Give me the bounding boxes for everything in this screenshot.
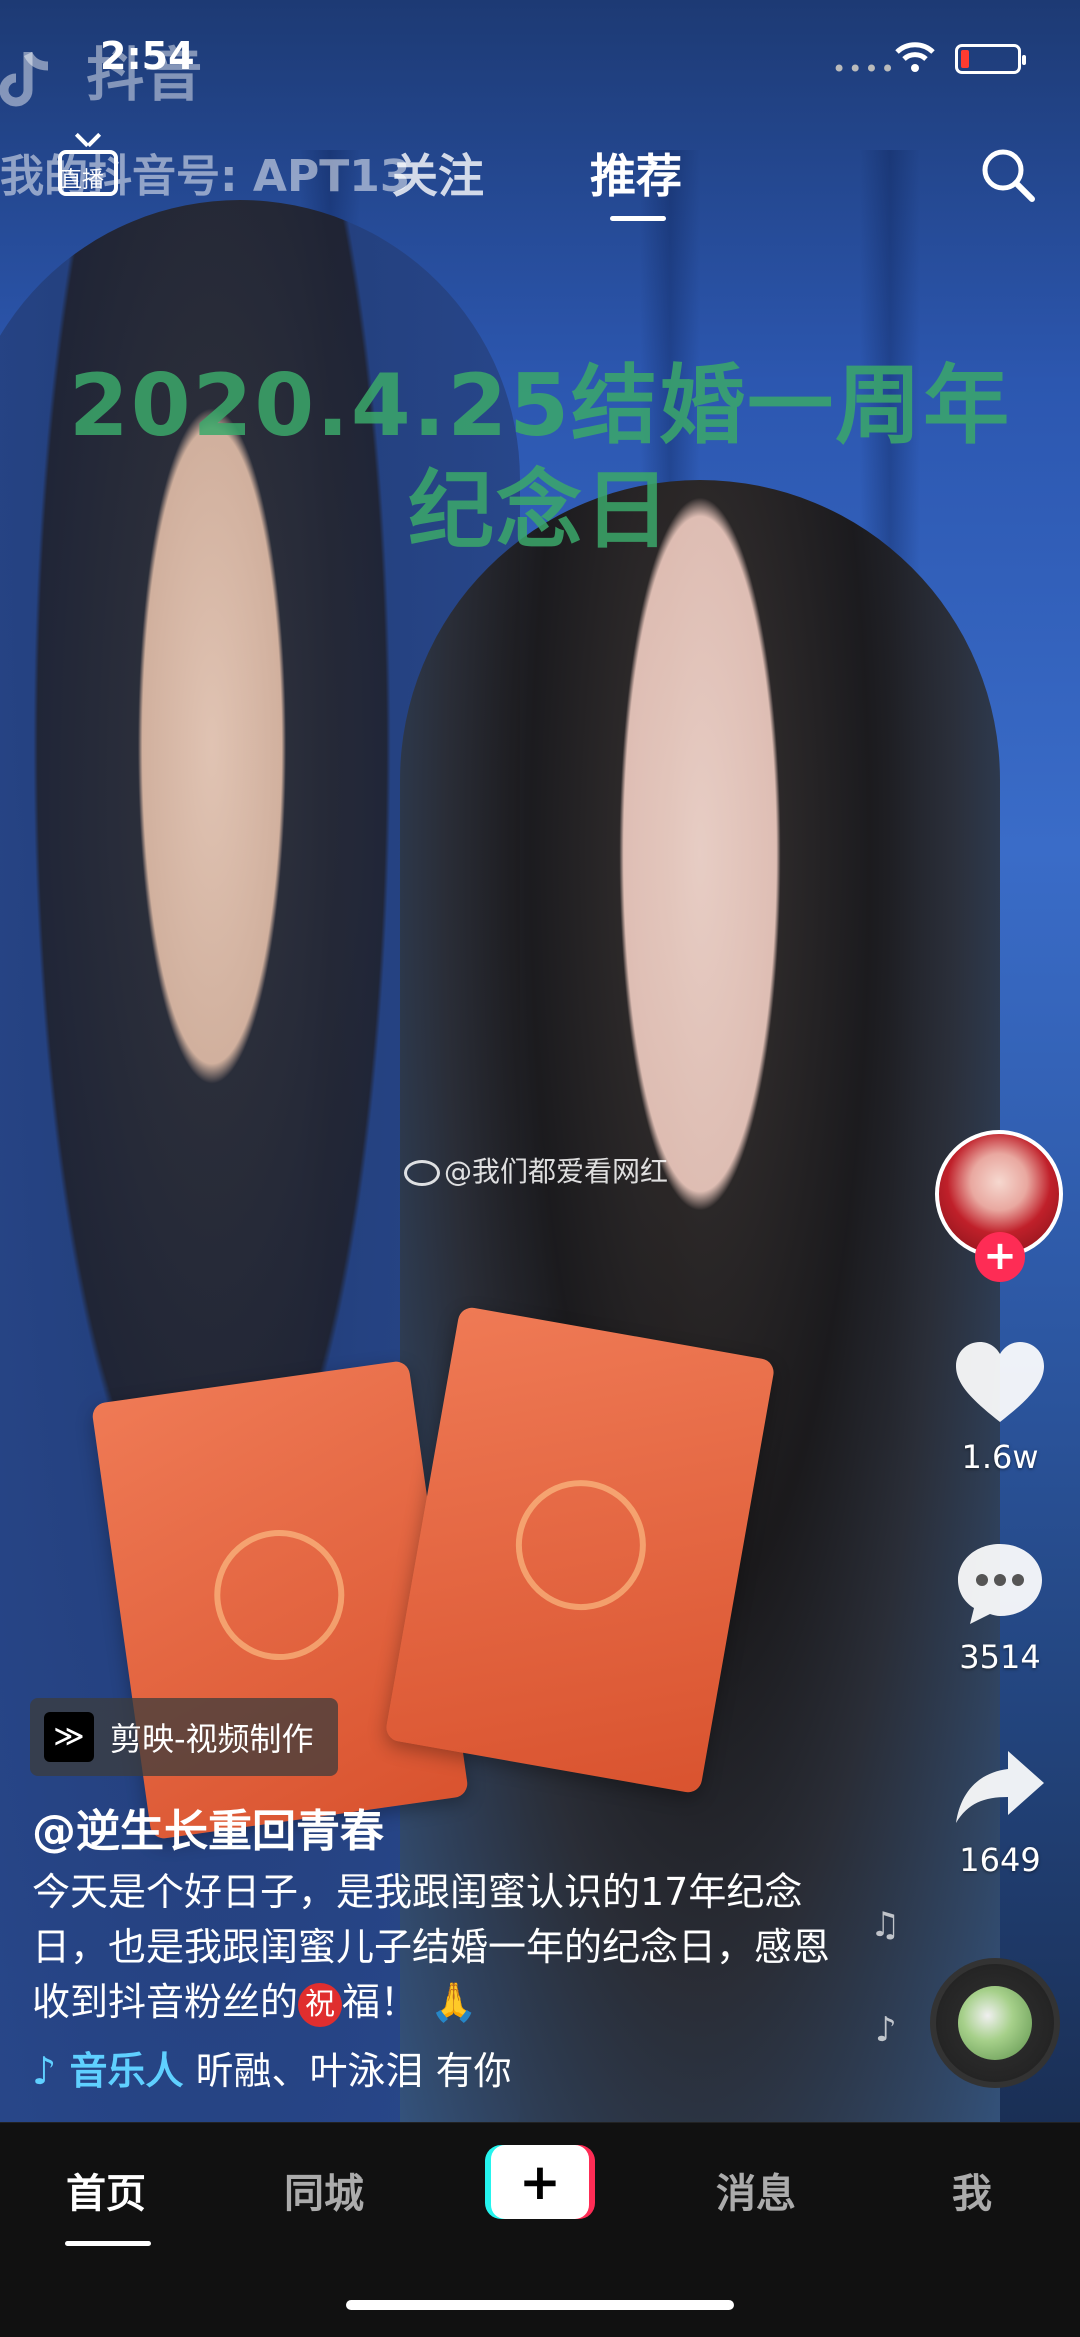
- music-note-icon: ♪: [875, 2010, 897, 2050]
- create-button[interactable]: +: [485, 2145, 595, 2219]
- music-label: ♪ 音乐人: [32, 2049, 184, 2093]
- tab-home[interactable]: 首页: [66, 2161, 146, 2219]
- music-note-icon: ♫: [870, 1905, 901, 1945]
- tab-recommend[interactable]: 推荐: [590, 140, 682, 206]
- tab-follow[interactable]: 关注: [392, 140, 484, 206]
- comment-count: 3514: [959, 1638, 1041, 1676]
- music-title: 昕融、叶泳泪 有你: [195, 2049, 512, 2093]
- search-icon[interactable]: [978, 145, 1036, 203]
- tab-messages[interactable]: 消息: [716, 2161, 796, 2219]
- heart-icon: [956, 1342, 1044, 1422]
- creator-username[interactable]: @逆生长重回青春: [32, 1795, 384, 1859]
- music-disc[interactable]: [930, 1958, 1060, 2088]
- live-label[interactable]: 直播: [60, 162, 104, 194]
- music-info[interactable]: ♪ 音乐人 昕融、叶泳泪 有你: [32, 2040, 512, 2095]
- share-count: 1649: [959, 1841, 1041, 1879]
- status-time: 2:54: [100, 34, 195, 78]
- like-count: 1.6w: [961, 1438, 1039, 1476]
- weibo-icon: [404, 1160, 440, 1186]
- battery-icon: [955, 44, 1026, 74]
- active-tab-indicator: [65, 2241, 151, 2246]
- video-overlay-subtitle: 纪念日: [408, 461, 672, 561]
- home-indicator[interactable]: [346, 2300, 734, 2310]
- share-button[interactable]: 1649: [940, 1745, 1060, 1879]
- zhu-emoji: 祝: [298, 1982, 343, 2027]
- tab-nearby[interactable]: 同城: [284, 2161, 364, 2219]
- tab-me[interactable]: 我: [952, 2161, 992, 2219]
- weibo-watermark: @我们都爱看网红: [404, 1150, 668, 1190]
- active-tab-indicator: [610, 216, 666, 221]
- plus-icon: +: [491, 2145, 589, 2219]
- capcut-tag[interactable]: ≫ 剪映-视频制作: [30, 1698, 338, 1776]
- like-button[interactable]: 1.6w: [940, 1338, 1060, 1476]
- wifi-icon: [895, 42, 935, 72]
- share-icon: [956, 1751, 1044, 1823]
- comment-button[interactable]: 3514: [940, 1538, 1060, 1676]
- follow-plus-button[interactable]: +: [975, 1232, 1025, 1282]
- capcut-icon: ≫: [44, 1712, 94, 1762]
- status-bar: 2:54 ••••: [0, 0, 1080, 110]
- video-caption: 今天是个好日子，是我跟闺蜜认识的17年纪念日，也是我跟闺蜜儿子结婚一年的纪念日，…: [32, 1865, 852, 2030]
- comment-icon: [958, 1544, 1042, 1624]
- signal-icon: ••••: [832, 55, 897, 83]
